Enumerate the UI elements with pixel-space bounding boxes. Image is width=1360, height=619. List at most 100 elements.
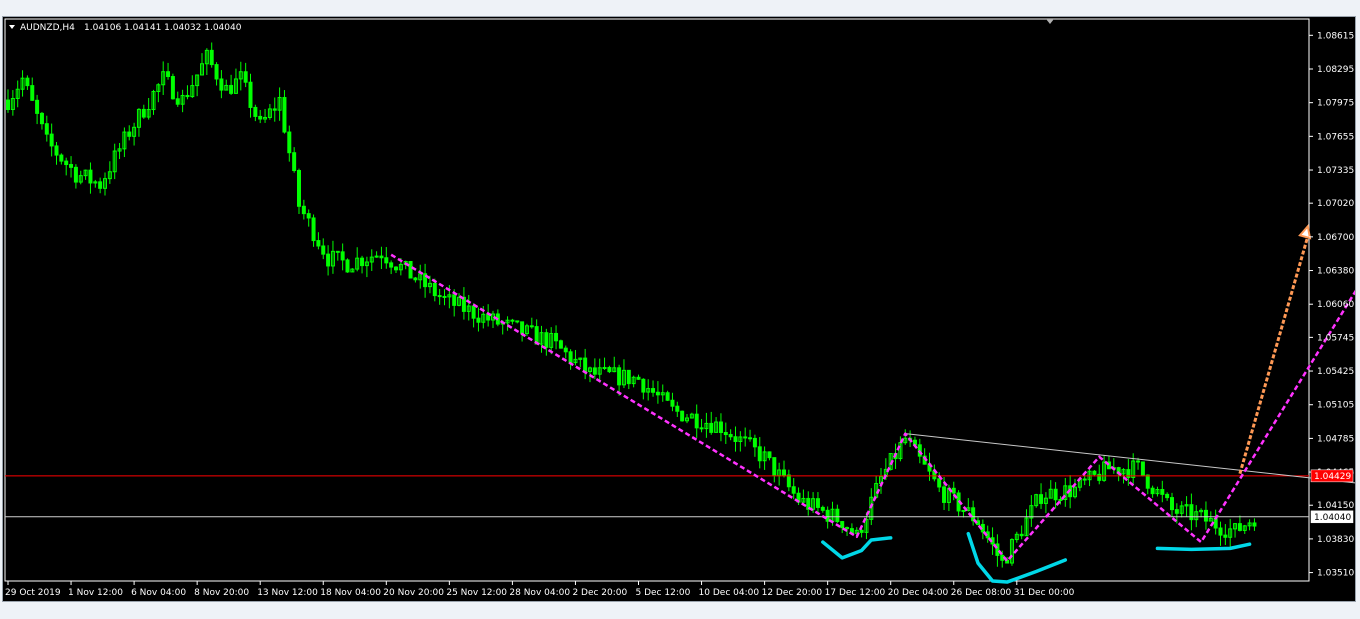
- candle-body: [937, 478, 942, 488]
- candle-body: [791, 486, 796, 494]
- candle-body: [971, 507, 976, 522]
- red-level-tag: 1.04429: [1314, 472, 1351, 482]
- candle-body: [1039, 494, 1044, 504]
- candle-body: [185, 94, 190, 98]
- candle-body: [432, 282, 437, 297]
- candle-body: [951, 487, 956, 494]
- candle-body: [30, 85, 35, 101]
- candle-body: [602, 367, 607, 370]
- x-tick-label: 8 Nov 20:00: [194, 588, 249, 598]
- candle-body: [64, 160, 69, 166]
- candle-body: [175, 98, 180, 105]
- candle-body: [1053, 488, 1058, 501]
- candle-body: [1213, 517, 1218, 529]
- candle-body: [214, 64, 219, 80]
- symbol-header[interactable]: AUDNZD,H4: [20, 23, 75, 33]
- candle-body: [820, 506, 825, 511]
- y-tick-label: 1.03830: [1317, 535, 1354, 545]
- candle-body: [859, 529, 864, 533]
- candle-body: [1237, 523, 1242, 531]
- chart-window[interactable]: 1.08615 1.08295 1.07975 1.07655 1.07335 1.070…: [2, 16, 1356, 602]
- candle-body: [384, 257, 389, 264]
- chart-header: AUDNZD,H4 1.04106 1.04141 1.04032 1.0404…: [9, 19, 1054, 33]
- candle-body: [670, 399, 675, 407]
- candle-body: [665, 392, 670, 401]
- candle-body: [757, 446, 762, 462]
- candle-body: [961, 509, 966, 512]
- candle-body: [166, 71, 171, 78]
- bid-price-tag: 1.04040: [1314, 513, 1351, 523]
- price-chart[interactable]: 1.08615 1.08295 1.07975 1.07655 1.07335 1.070…: [3, 17, 1355, 601]
- candle-body: [583, 357, 588, 372]
- y-tick-label: 1.07335: [1317, 166, 1354, 176]
- x-tick-label: 12 Dec 20:00: [762, 588, 823, 598]
- candle-body: [292, 152, 297, 172]
- candle-body: [437, 295, 442, 298]
- plot-border: [4, 18, 1310, 582]
- candle-body: [723, 431, 728, 436]
- candle-body: [845, 527, 850, 530]
- x-tick-label: 20 Nov 20:00: [383, 588, 444, 598]
- candle-body: [452, 294, 457, 306]
- candle-body: [1223, 534, 1228, 538]
- annotations: [390, 224, 1355, 584]
- candle-body: [752, 437, 757, 448]
- candle-body: [345, 259, 350, 273]
- candle-body: [471, 305, 476, 319]
- candle-body: [1150, 487, 1155, 495]
- y-tick-label: 1.04150: [1317, 501, 1354, 511]
- candle-body: [709, 422, 714, 433]
- y-tick-label: 1.05425: [1317, 367, 1354, 377]
- candle-body: [54, 145, 59, 156]
- candle-body: [1252, 522, 1257, 527]
- candle-body: [59, 154, 64, 162]
- candle-body: [39, 112, 44, 125]
- candle-body: [272, 108, 277, 111]
- x-tick-label: 28 Nov 04:00: [509, 588, 570, 598]
- candle-body: [6, 99, 10, 111]
- y-tick-label: 1.07975: [1317, 99, 1354, 109]
- x-tick-label: 25 Nov 12:00: [446, 588, 507, 598]
- y-tick-label: 1.06060: [1317, 300, 1354, 310]
- candle-body: [73, 166, 78, 183]
- candle-body: [49, 133, 54, 147]
- candle-body: [258, 115, 263, 120]
- candle-body: [1189, 504, 1194, 521]
- candle-body: [728, 434, 733, 438]
- candle-body: [694, 413, 699, 429]
- chart-shift-icon[interactable]: [1046, 19, 1054, 24]
- candle-body: [636, 376, 641, 380]
- y-tick-label: 1.08615: [1317, 31, 1354, 41]
- candle-body: [772, 457, 777, 477]
- candle-body: [1058, 499, 1063, 502]
- candle-body: [287, 131, 292, 154]
- candle-body: [568, 351, 573, 364]
- candle-body: [641, 378, 646, 393]
- candle-body: [544, 332, 549, 348]
- candle-body: [1097, 473, 1102, 481]
- resistance-trendline: [905, 433, 1355, 484]
- candle-body: [510, 319, 515, 322]
- candle-body: [141, 108, 146, 118]
- candle-body: [655, 391, 660, 396]
- candle-body: [651, 388, 656, 393]
- candle-body: [209, 49, 214, 66]
- candle-body: [607, 367, 612, 373]
- candle-body: [335, 250, 340, 253]
- x-tick-label: 18 Nov 04:00: [320, 588, 381, 598]
- candle-body: [219, 78, 224, 91]
- candle-body: [840, 521, 845, 529]
- y-tick-label: 1.06700: [1317, 233, 1354, 243]
- candle-body: [554, 332, 559, 342]
- x-tick-label: 5 Dec 12:00: [636, 588, 691, 598]
- candle-body: [413, 277, 418, 281]
- candle-body: [718, 421, 723, 433]
- candle-body: [825, 509, 830, 522]
- candle-body: [626, 369, 631, 385]
- ohlc-header: 1.04106 1.04141 1.04032 1.04040: [84, 23, 242, 33]
- candle-body: [680, 410, 685, 422]
- axes: 1.08615 1.08295 1.07975 1.07655 1.07335 1.070…: [5, 31, 1354, 598]
- candle-body: [389, 262, 394, 268]
- symbol-dropdown-icon[interactable]: [9, 25, 15, 29]
- projection-arrow-head: [1298, 224, 1312, 240]
